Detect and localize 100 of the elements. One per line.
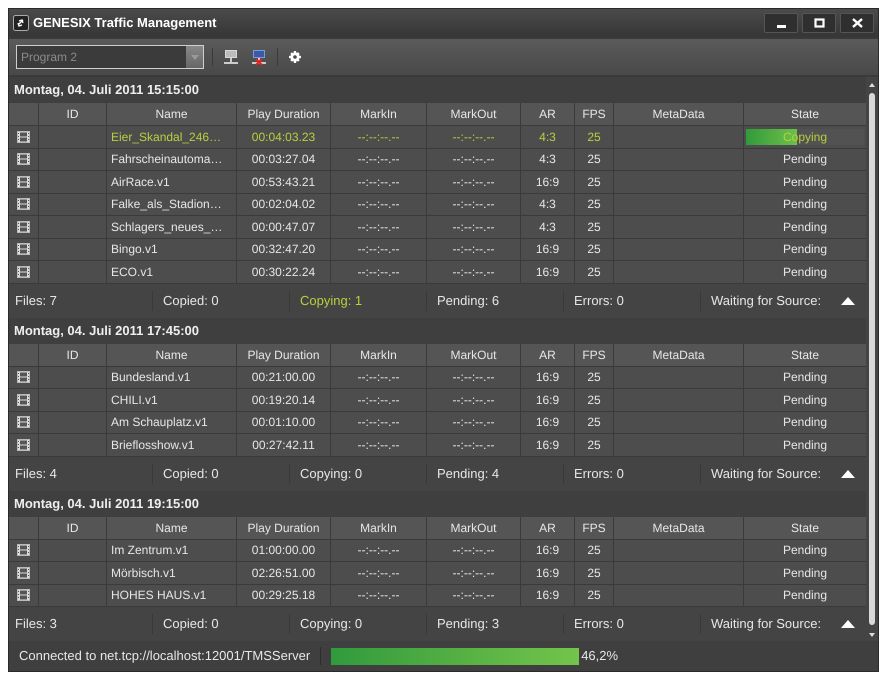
table-row[interactable]: ECO.v1 00:30:22.24 --:--:--.-- --:--:--.-- 16:9 25 Pending xyxy=(9,261,866,284)
column-header[interactable]: ID xyxy=(66,346,78,364)
mark-out-cell-text: --:--:--.-- xyxy=(452,392,494,409)
duration-cell-text: 00:27:42.11 xyxy=(252,436,315,454)
mark-out-cell-text: --:--:--.-- xyxy=(452,196,494,214)
mark-in-cell-text: --:--:--.-- xyxy=(358,542,400,560)
column-header[interactable]: State xyxy=(790,518,820,536)
summary-count: Pending: 3 xyxy=(437,615,500,634)
mark-in-cell-text: --:--:--.-- xyxy=(358,436,400,454)
state-text: Pending xyxy=(782,218,828,236)
state-text: Pending xyxy=(782,174,828,191)
minimize-icon xyxy=(776,24,786,28)
column-header[interactable]: MarkIn xyxy=(360,105,397,123)
name-cell-text: Im Zentrum.v1 xyxy=(111,542,188,560)
column-header[interactable]: Play Duration xyxy=(247,105,320,123)
state-text: Pending xyxy=(782,151,828,168)
minimize-button[interactable] xyxy=(764,13,798,33)
column-header[interactable]: MarkOut xyxy=(450,346,496,364)
fps-cell-text: 25 xyxy=(587,128,601,146)
column-header[interactable]: FPS xyxy=(582,105,606,123)
fps-cell-text: 25 xyxy=(587,151,601,168)
column-header[interactable]: FPS xyxy=(582,518,606,536)
mark-out-cell-text: --:--:--.-- xyxy=(452,587,494,604)
column-header[interactable]: Name xyxy=(155,518,188,536)
mark-out-cell-text: --:--:--.-- xyxy=(452,414,494,432)
summary-count: Waiting for Source: xyxy=(711,292,822,310)
column-header[interactable]: MarkIn xyxy=(360,518,397,536)
column-header[interactable]: Play Duration xyxy=(247,518,320,536)
mark-out-cell-text: --:--:--.-- xyxy=(452,564,494,582)
fps-cell-text: 25 xyxy=(587,564,601,582)
column-header[interactable]: AR xyxy=(539,346,556,364)
aspect-ratio-cell-text: 16:9 xyxy=(536,264,560,281)
fps-cell-text: 25 xyxy=(587,436,601,454)
name-cell-text: Brieflosshow.v1 xyxy=(111,436,194,454)
film-icon xyxy=(17,438,30,451)
duration-cell-text: 00:32:47.20 xyxy=(252,241,316,258)
mark-out-cell-text: --:--:--.-- xyxy=(452,241,494,258)
mark-in-cell-text: --:--:--.-- xyxy=(358,151,400,168)
name-cell-text: Am Schauplatz.v1 xyxy=(111,414,208,432)
table-row[interactable]: AirRace.v1 00:53:43.21 --:--:--.-- --:--:--.-- 16:9 25 Pending xyxy=(9,171,866,194)
mark-out-cell-text: --:--:--.-- xyxy=(452,151,494,168)
table-row[interactable]: Brieflosshow.v1 00:27:42.11 --:--:--.-- --:--:--.-- 16:9 25 Pending xyxy=(9,434,866,456)
duration-cell-text: 00:53:43.21 xyxy=(252,174,316,191)
film-icon xyxy=(17,220,30,233)
disconnect-button[interactable] xyxy=(249,47,269,67)
name-cell-text: Falke_als_Stadion… xyxy=(111,196,222,214)
column-header[interactable]: Name xyxy=(155,346,188,364)
table-row[interactable]: Bingo.v1 00:32:47.20 --:--:--.-- --:--:--.-- 16:9 25 Pending xyxy=(9,238,866,261)
close-button[interactable] xyxy=(840,13,874,33)
aspect-ratio-cell-text: 4:3 xyxy=(539,196,556,214)
table-row[interactable]: CHILI.v1 00:19:20.14 --:--:--.-- --:--:--.-- 16:9 25 Pending xyxy=(9,389,866,412)
column-header[interactable]: State xyxy=(790,346,820,364)
name-cell-text: HOHES HAUS.v1 xyxy=(111,587,206,604)
column-header[interactable]: Name xyxy=(155,105,188,123)
table-row[interactable]: HOHES HAUS.v1 00:29:25.18 --:--:--.-- --:--:--.-- 16:9 25 Pending xyxy=(9,584,866,607)
state-text: Pending xyxy=(782,369,828,386)
column-header[interactable]: State xyxy=(790,105,820,123)
connect-button[interactable] xyxy=(221,47,241,67)
table-row[interactable]: Am Schauplatz.v1 00:01:10.00 --:--:--.-- --:--:--.-- 16:9 25 Pending xyxy=(9,412,866,434)
mark-in-cell-text: --:--:--.-- xyxy=(358,587,400,604)
triangle-up-icon xyxy=(841,620,855,628)
column-header[interactable]: MarkIn xyxy=(360,346,397,364)
table-row[interactable]: Bundesland.v1 00:21:00.00 --:--:--.-- --:--:--.-- 16:9 25 Pending xyxy=(9,366,866,389)
aspect-ratio-cell-text: 16:9 xyxy=(536,436,560,454)
column-header[interactable]: MarkOut xyxy=(450,105,496,123)
column-header[interactable]: Play Duration xyxy=(247,346,320,364)
fps-cell-text: 25 xyxy=(587,542,601,560)
column-header[interactable]: AR xyxy=(539,518,556,536)
column-header[interactable]: MetaData xyxy=(652,105,705,123)
state-text: Pending xyxy=(782,241,828,258)
mark-in-cell-text: --:--:--.-- xyxy=(358,414,400,432)
table-row[interactable]: Im Zentrum.v1 01:00:00.00 --:--:--.-- --:--:--.-- 16:9 25 Pending xyxy=(9,540,866,562)
column-header[interactable]: ID xyxy=(66,105,78,123)
summary-count: Files: 7 xyxy=(15,292,57,310)
table-row[interactable]: Falke_als_Stadion… 00:02:04.02 --:--:--.-- --:--:--.-- 4:3 25 Pending xyxy=(9,194,866,216)
duration-cell-text: 00:01:10.00 xyxy=(252,414,316,432)
column-header[interactable]: MetaData xyxy=(652,518,705,536)
column-header[interactable]: AR xyxy=(539,105,556,123)
film-icon xyxy=(17,566,30,579)
column-header[interactable]: MetaData xyxy=(652,346,705,364)
table-row[interactable]: Mörbisch.v1 02:26:51.00 --:--:--.-- --:--:--.-- 16:9 25 Pending xyxy=(9,562,866,584)
fps-cell-text: 25 xyxy=(587,241,601,258)
column-header[interactable]: MarkOut xyxy=(450,518,496,536)
column-header[interactable]: FPS xyxy=(582,346,606,364)
maximize-button[interactable] xyxy=(802,13,836,33)
group-date-heading: Montag, 04. Juli 2011 19:15:00 xyxy=(14,494,199,513)
summary-count: Waiting for Source: xyxy=(711,615,822,634)
mark-in-cell-text: --:--:--.-- xyxy=(358,128,400,146)
duration-cell-text: 01:00:00.00 xyxy=(252,542,316,560)
window-title: GENESIX Traffic Management xyxy=(33,14,218,32)
fps-cell-text: 25 xyxy=(587,264,601,281)
mark-in-cell-text: --:--:--.-- xyxy=(358,218,400,236)
table-row[interactable]: Schlagers_neues_… 00:00:47.07 --:--:--.-- --:--:--.-- 4:3 25 Pending xyxy=(9,216,866,238)
state-text: Pending xyxy=(782,542,828,560)
triangle-up-icon xyxy=(841,296,855,304)
table-row[interactable]: Fahrscheinautoma… 00:03:27.04 --:--:--.-- --:--:--.-- 4:3 25 Pending xyxy=(9,148,866,171)
mark-in-cell-text: --:--:--.-- xyxy=(358,369,400,386)
triangle-up-icon xyxy=(841,470,855,478)
column-header[interactable]: ID xyxy=(66,518,78,536)
settings-button[interactable] xyxy=(286,48,304,66)
